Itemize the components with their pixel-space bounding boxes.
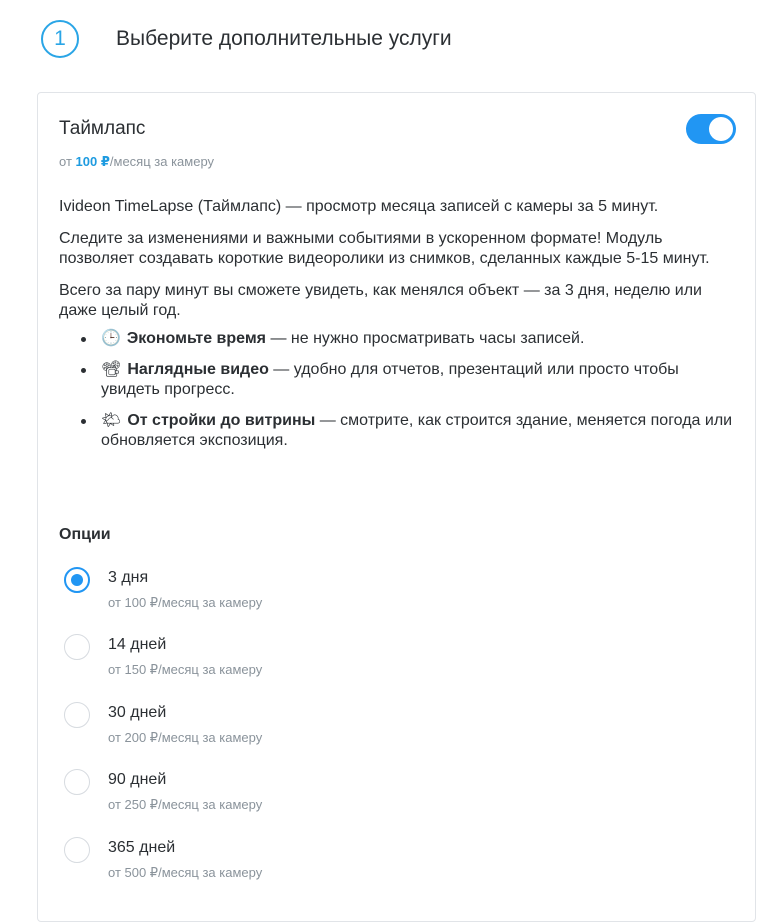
option-3-days[interactable]: 3 дня от 100 ₽/месяц за камеру	[64, 567, 464, 617]
description-paragraph-1: Следите за изменениями и важными события…	[59, 230, 710, 267]
radio-button[interactable]	[64, 769, 90, 795]
toggle-knob	[709, 117, 733, 141]
step-number-badge: 1	[41, 20, 79, 58]
price-suffix: /месяц за камеру	[109, 154, 215, 169]
options-heading: Опции	[59, 526, 111, 543]
option-label: 90 дней	[108, 771, 167, 788]
service-description: Ivideon TimeLapse (Таймлапс) — просмотр …	[59, 197, 739, 462]
list-item: 🕒 Экономьте время — не нужно просматриват…	[81, 329, 739, 349]
option-label: 3 дня	[108, 569, 149, 586]
option-label: 365 дней	[108, 839, 176, 856]
radio-button[interactable]	[64, 634, 90, 660]
price-prefix: от	[59, 154, 72, 169]
benefit-title: От стройки до витрины	[127, 412, 316, 429]
timelapse-service-card: Таймлапс от 100 ₽/месяц за камеру Ivideo…	[37, 92, 756, 922]
service-title: Таймлапс	[59, 118, 146, 139]
clock-icon: 🕒	[101, 330, 121, 347]
radio-button[interactable]	[64, 837, 90, 863]
price-value: 100 ₽	[75, 154, 110, 169]
option-30-days[interactable]: 30 дней от 200 ₽/месяц за камеру	[64, 702, 464, 752]
radio-button[interactable]	[64, 702, 90, 728]
benefit-title: Наглядные видео	[127, 361, 269, 378]
option-90-days[interactable]: 90 дней от 250 ₽/месяц за камеру	[64, 769, 464, 819]
option-price: от 250 ₽/месяц за камеру	[108, 797, 263, 812]
intro-text: — просмотр месяца записей с камеры за 5 …	[281, 198, 659, 215]
film-camera-icon: 📽	[101, 361, 122, 378]
description-paragraph-2: Всего за пару минут вы сможете увидеть, …	[59, 282, 702, 319]
option-label: 14 дней	[108, 636, 167, 653]
option-label: 30 дней	[108, 704, 167, 721]
option-14-days[interactable]: 14 дней от 150 ₽/месяц за камеру	[64, 634, 464, 684]
intro-product-name: Ivideon TimeLapse (Таймлапс)	[59, 198, 282, 215]
benefit-title: Экономьте время	[126, 330, 267, 347]
option-price: от 100 ₽/месяц за камеру	[108, 595, 263, 610]
list-item: 📽 Наглядные видео — удобно для отчетов, п…	[81, 360, 739, 400]
option-365-days[interactable]: 365 дней от 500 ₽/месяц за камеру	[64, 837, 464, 887]
radio-button[interactable]	[64, 567, 90, 593]
option-price: от 150 ₽/месяц за камеру	[108, 662, 263, 677]
benefits-list: 🕒 Экономьте время — не нужно просматриват…	[59, 329, 739, 451]
option-price: от 500 ₽/месяц за камеру	[108, 865, 263, 880]
intro-paragraph: Ivideon TimeLapse (Таймлапс) — просмотр …	[59, 197, 739, 217]
service-enable-toggle[interactable]	[686, 114, 736, 144]
benefit-text: — не нужно просматривать часы записей.	[266, 330, 585, 347]
step-header: 1 Выберите дополнительные услуги	[41, 20, 452, 58]
service-price: от 100 ₽/месяц за камеру	[59, 154, 214, 170]
option-price: от 200 ₽/месяц за камеру	[108, 730, 263, 745]
sun-cloud-icon: 🌤	[101, 412, 122, 429]
list-item: 🌤 От стройки до витрины — смотрите, как с…	[81, 411, 739, 451]
step-title: Выберите дополнительные услуги	[116, 27, 452, 50]
